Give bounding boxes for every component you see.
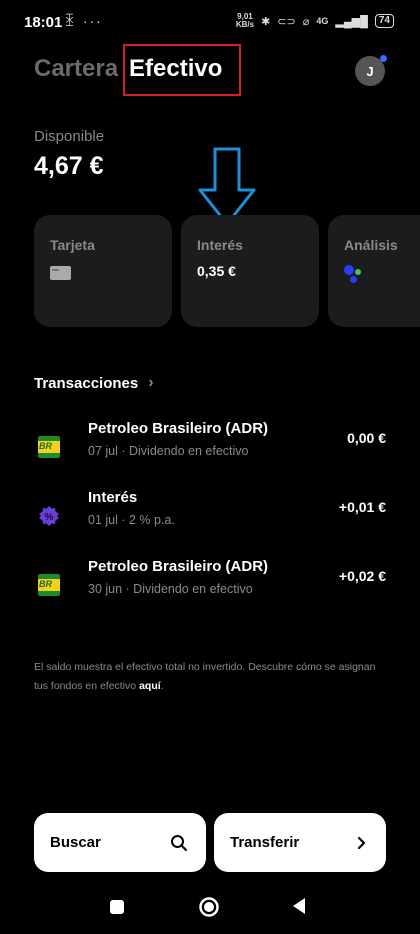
transaction-row[interactable]: BR Petroleo Brasileiro (ADR) 07 jul · Di… bbox=[34, 420, 386, 480]
transaction-row[interactable]: BR Petroleo Brasileiro (ADR) 30 jun · Di… bbox=[34, 558, 386, 618]
search-icon bbox=[171, 834, 187, 851]
footnote-link[interactable]: aquí bbox=[139, 680, 161, 692]
petrobras-logo: BR bbox=[38, 436, 60, 458]
status-right-icons: 9,01 KB/s ✱ ⊂⊃ ⌀ 4G ▂▄▆█ 74 bbox=[236, 13, 394, 29]
footnote-end: . bbox=[160, 680, 164, 692]
chevron-right-icon bbox=[357, 836, 366, 849]
signal-icon: ▂▄▆█ bbox=[335, 15, 368, 28]
search-button-label: Buscar bbox=[50, 834, 101, 851]
status-left-icons: ꀫ ··· bbox=[64, 13, 103, 29]
transaction-row[interactable]: % Interés 01 jul · 2 % p.a. +0,01 € bbox=[34, 489, 386, 549]
card-icon bbox=[50, 266, 71, 280]
balance-label: Disponible bbox=[34, 128, 105, 145]
transaction-subtitle: 07 jul · Dividendo en efectivo bbox=[88, 444, 249, 458]
battery-icon: 74 bbox=[374, 14, 394, 28]
footnote-text: El saldo muestra el efectivo total no in… bbox=[34, 661, 376, 692]
transfer-button[interactable]: Transferir bbox=[214, 813, 386, 872]
transaction-subtitle: 30 jun · Dividendo en efectivo bbox=[88, 582, 253, 596]
home-icon[interactable] bbox=[198, 896, 220, 918]
svg-text:%: % bbox=[45, 512, 54, 523]
card-interes-value: 0,35 € bbox=[197, 263, 236, 279]
transactions-header[interactable]: Transacciones › bbox=[34, 374, 154, 392]
transfer-button-label: Transferir bbox=[230, 834, 300, 851]
percent-badge-icon: % bbox=[39, 506, 59, 526]
speed-unit: KB/s bbox=[235, 20, 255, 29]
wifi-off-icon: ⌀ bbox=[302, 15, 310, 28]
highlight-box bbox=[123, 44, 241, 96]
card-tarjeta-title: Tarjeta bbox=[50, 237, 95, 253]
recent-apps-icon[interactable] bbox=[110, 900, 124, 914]
tab-cartera[interactable]: Cartera bbox=[34, 55, 118, 83]
bluetooth-icon: ✱ bbox=[261, 15, 271, 28]
chevron-right-icon: › bbox=[148, 374, 154, 391]
transaction-amount: 0,00 € bbox=[347, 430, 386, 446]
petrobras-logo: BR bbox=[38, 574, 60, 596]
transaction-title: Interés bbox=[88, 489, 138, 506]
card-interes-title: Interés bbox=[197, 237, 243, 253]
status-bar: 18:01 ꀫ ··· 9,01 KB/s ✱ ⊂⊃ ⌀ 4G ▂▄▆█ 74 bbox=[0, 0, 420, 44]
transaction-title: Petroleo Brasileiro (ADR) bbox=[88, 420, 269, 437]
card-tarjeta[interactable]: Tarjeta bbox=[34, 215, 172, 327]
balance-value: 4,67 € bbox=[34, 152, 104, 180]
card-analisis-title: Análisis bbox=[344, 237, 398, 253]
back-icon[interactable] bbox=[291, 897, 307, 915]
search-button[interactable]: Buscar bbox=[34, 813, 206, 872]
card-interes[interactable]: Interés 0,35 € bbox=[181, 215, 319, 327]
status-time: 18:01 bbox=[24, 14, 63, 31]
transaction-title: Petroleo Brasileiro (ADR) bbox=[88, 558, 269, 575]
transactions-title: Transacciones bbox=[34, 374, 139, 392]
network-type: 4G bbox=[316, 16, 329, 26]
transaction-subtitle: 01 jul · 2 % p.a. bbox=[88, 513, 175, 527]
notification-dot bbox=[380, 55, 387, 62]
transaction-amount: +0,02 € bbox=[338, 568, 386, 584]
link-icon: ⊂⊃ bbox=[277, 15, 296, 28]
speed-indicator: 9,01 KB/s bbox=[236, 13, 254, 29]
cash-footnote: El saldo muestra el efectivo total no in… bbox=[34, 658, 384, 696]
card-analisis[interactable]: Análisis bbox=[328, 215, 420, 327]
transaction-amount: +0,01 € bbox=[338, 499, 386, 515]
